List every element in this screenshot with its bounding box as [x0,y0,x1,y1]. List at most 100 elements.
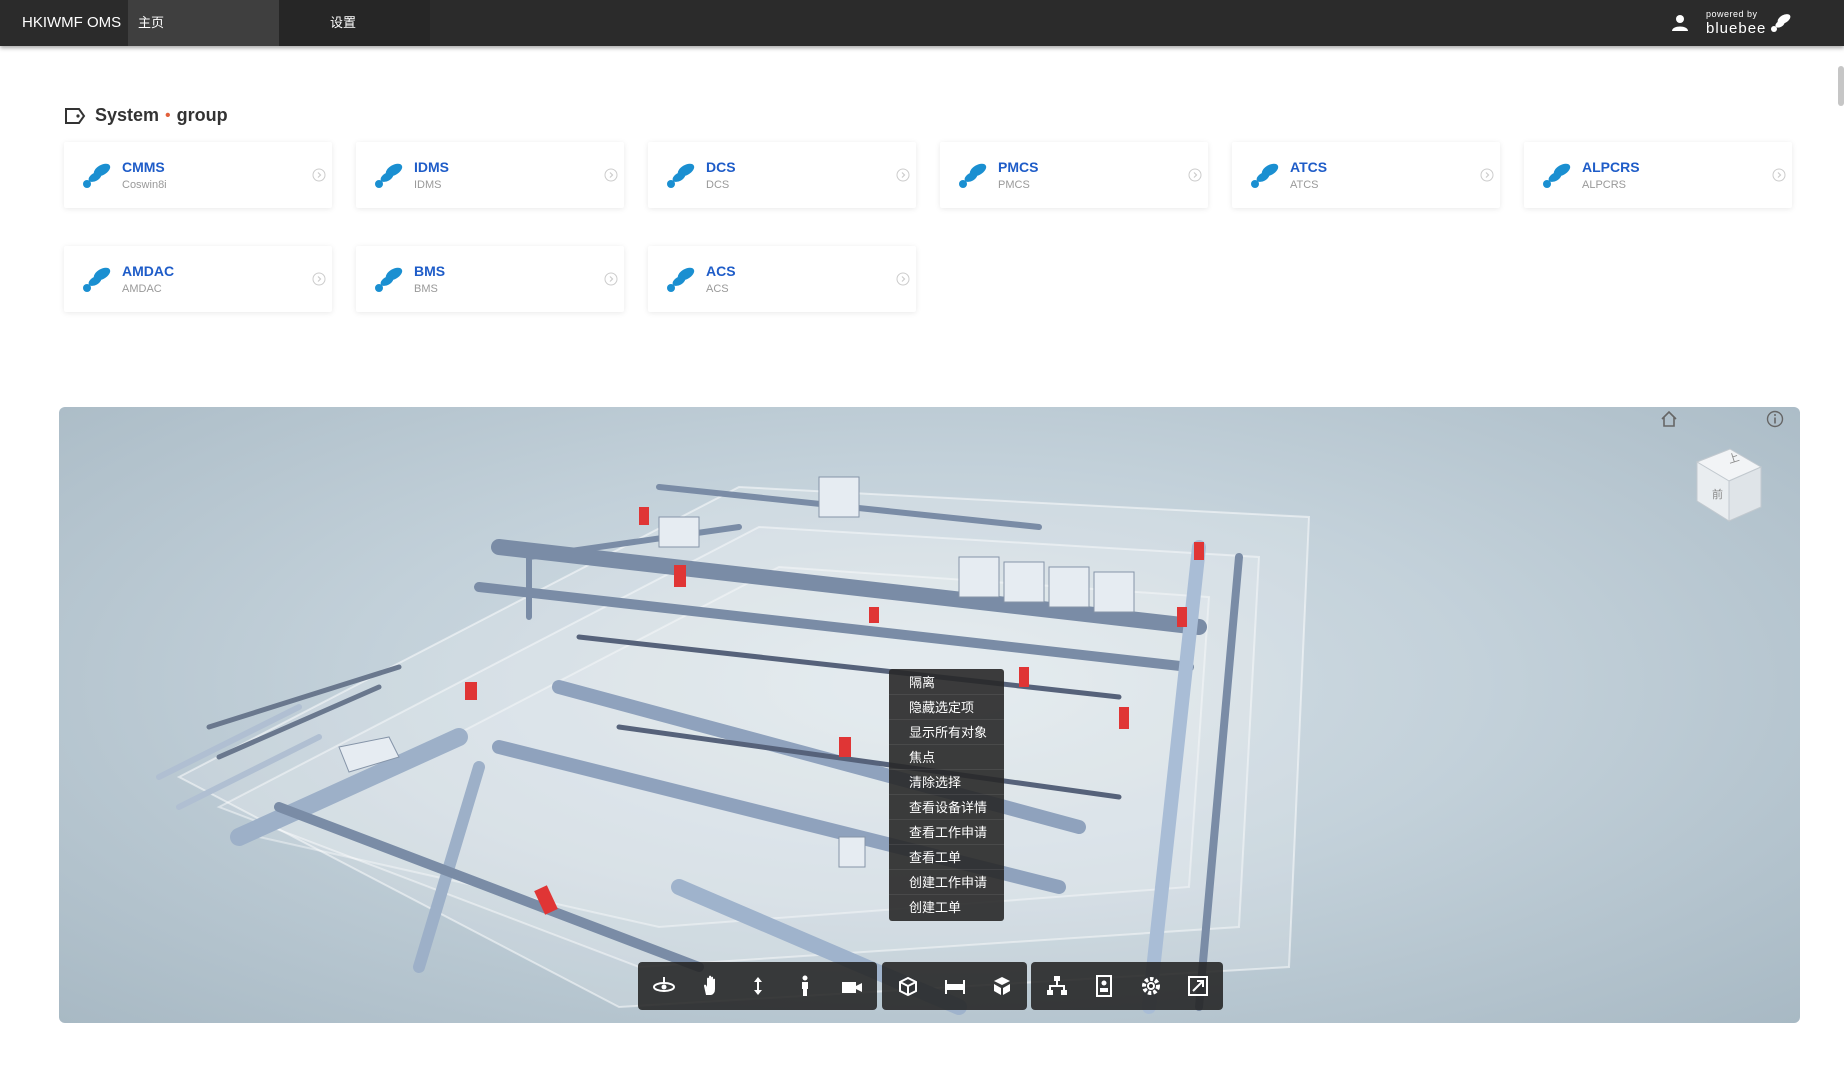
system-name: AMDAC [122,263,175,279]
system-card-amdac[interactable]: AMDAC AMDAC [64,246,332,312]
section-subtitle: group [176,105,228,125]
pan-icon [703,975,715,995]
system-name: ACS [706,263,736,279]
system-name: BMS [414,263,446,279]
bluebee-logo-icon [80,265,114,295]
system-name: PMCS [998,159,1039,175]
model-tools-toolbar-group [882,962,1027,1010]
settings-icon [1141,977,1160,995]
section-box-icon [898,976,917,997]
first-person-button[interactable] [781,962,828,1010]
navigation-toolbar-group [638,962,877,1010]
chevron-right-icon [312,272,326,286]
home-icon[interactable] [1659,409,1679,429]
system-card-acs[interactable]: ACS ACS [648,246,916,312]
page-scrollbar[interactable] [1838,66,1844,106]
app-title: HKIWMF OMS [22,14,122,31]
model-browser-button[interactable] [1033,962,1080,1010]
measure-button[interactable] [931,962,978,1010]
system-subtitle: ALPCRS [1582,179,1627,191]
measure-icon [944,980,965,994]
view-cube-front-label: 前 [1712,489,1723,501]
system-name: ALPCRS [1582,159,1640,175]
context-menu-item[interactable]: 清除选择 [889,770,1004,795]
chevron-right-icon [604,168,618,182]
view-cube-icon[interactable] [1685,437,1765,527]
properties-icon [1095,975,1112,997]
tab-home[interactable]: 主页 [128,0,279,46]
properties-button[interactable] [1080,962,1127,1010]
settings-button[interactable] [1127,962,1174,1010]
system-name: DCS [706,159,736,175]
bluebee-logo-icon [1540,161,1574,191]
zoom-icon [753,977,762,995]
bluebee-logo-icon [372,161,406,191]
tag-icon [65,107,86,124]
system-name: ATCS [1290,159,1328,175]
chevron-right-icon [604,272,618,286]
settings-toolbar-group [1031,962,1223,1010]
user-icon[interactable] [1670,13,1690,33]
bluebee-logo-icon [1771,14,1791,32]
system-card-idms[interactable]: IDMS IDMS [356,142,624,208]
system-subtitle: DCS [706,179,730,191]
context-menu: 隔离 隐藏选定项 显示所有对象 焦点 清除选择 查看设备详情 查看工作申请 查看工单 创建工作申… [889,669,1004,921]
system-subtitle: ACS [706,283,729,295]
orbit-icon [652,977,675,992]
chevron-right-icon [312,168,326,182]
bluebee-logo-icon [664,265,698,295]
system-card-cmms[interactable]: CMMS Coswin8i [64,142,332,208]
chevron-right-icon [896,168,910,182]
context-menu-item[interactable]: 创建工作申请 [889,870,1004,895]
system-subtitle: ATCS [1290,179,1319,191]
section-title: System [95,105,160,125]
context-menu-item[interactable]: 查看工单 [889,845,1004,870]
system-card-alpcrs[interactable]: ALPCRS ALPCRS [1524,142,1792,208]
system-subtitle: PMCS [998,179,1030,191]
bluebee-logo-icon [1248,161,1282,191]
powered-by: powered by bluebee [1706,9,1766,37]
fullscreen-icon [1187,976,1208,996]
info-icon[interactable] [1766,410,1784,428]
system-subtitle: Coswin8i [122,179,167,191]
bluebee-logo-icon [80,161,114,191]
context-menu-item[interactable]: 查看设备详情 [889,795,1004,820]
system-card-bms[interactable]: BMS BMS [356,246,624,312]
explode-button[interactable] [978,962,1025,1010]
chevron-right-icon [896,272,910,286]
model-browser-icon [1046,976,1067,995]
system-name: CMMS [122,159,165,175]
bluebee-logo-icon [664,161,698,191]
powered-by-label: powered by [1706,9,1758,19]
section-separator: • [165,106,171,124]
chevron-right-icon [1772,168,1786,182]
pan-button[interactable] [687,962,734,1010]
camera-button[interactable] [828,962,875,1010]
zoom-button[interactable] [734,962,781,1010]
explode-icon [993,977,1010,995]
system-card-pmcs[interactable]: PMCS PMCS [940,142,1208,208]
context-menu-item[interactable]: 显示所有对象 [889,720,1004,745]
fullscreen-button[interactable] [1174,962,1221,1010]
context-menu-item[interactable]: 隔离 [889,670,1004,695]
section-header: System • group [64,105,228,126]
system-subtitle: BMS [414,283,438,295]
context-menu-item[interactable]: 隐藏选定项 [889,695,1004,720]
section-box-button[interactable] [884,962,931,1010]
bluebee-logo-icon [956,161,990,191]
system-subtitle: AMDAC [122,283,162,295]
context-menu-item[interactable]: 焦点 [889,745,1004,770]
tab-settings[interactable]: 设置 [279,0,430,46]
chevron-right-icon [1480,168,1494,182]
system-subtitle: IDMS [414,179,442,191]
first-person-icon [801,975,808,996]
context-menu-item[interactable]: 查看工作申请 [889,820,1004,845]
camera-icon [841,982,862,993]
system-name: IDMS [414,159,449,175]
brand-name: bluebee [1706,20,1767,37]
top-bar: HKIWMF OMS 主页 设置 powered by bluebee [0,0,1844,46]
context-menu-item[interactable]: 创建工单 [889,895,1004,920]
system-card-dcs[interactable]: DCS DCS [648,142,916,208]
system-card-atcs[interactable]: ATCS ATCS [1232,142,1500,208]
orbit-button[interactable] [640,962,687,1010]
